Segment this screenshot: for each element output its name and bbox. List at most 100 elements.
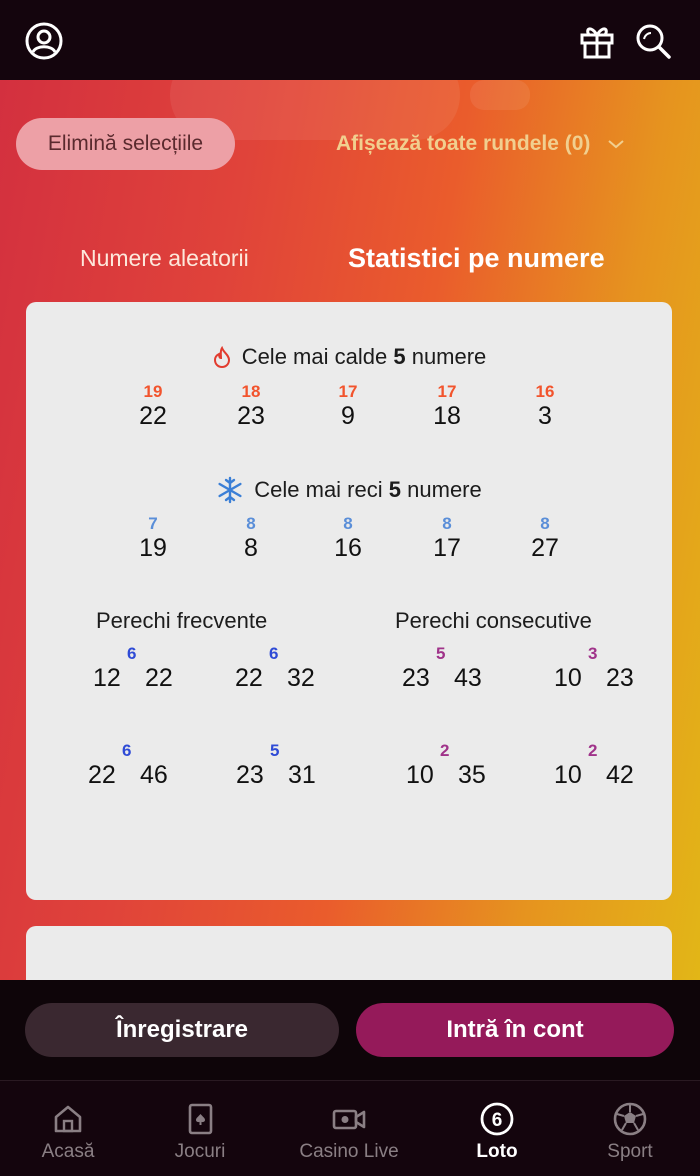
- cold-count: 8: [442, 514, 452, 533]
- hot-value: 3: [538, 402, 552, 430]
- lotto-ball-icon: 6: [479, 1101, 515, 1137]
- flame-icon: [213, 346, 230, 368]
- hot-value: 22: [139, 402, 167, 430]
- pair-second: 46: [140, 761, 168, 789]
- pair-second: 32: [287, 664, 315, 692]
- clear-selections-button[interactable]: Elimină selecțiile: [16, 118, 235, 170]
- pair-first: 23: [402, 664, 430, 692]
- user-account-icon[interactable]: [23, 20, 65, 62]
- cold-number[interactable]: 8 27: [515, 514, 575, 563]
- nav-item-lotto[interactable]: 6 Loto: [437, 1081, 557, 1176]
- hot-number[interactable]: 19 22: [123, 382, 183, 431]
- nav-label: Sport: [607, 1141, 653, 1162]
- pair-count: 6: [269, 644, 279, 663]
- pair-second: 42: [606, 761, 634, 789]
- top-bar: [0, 0, 700, 80]
- hot-title-pre: Cele mai calde: [241, 344, 388, 369]
- cold-number[interactable]: 8 16: [318, 514, 378, 563]
- cold-number[interactable]: 8 17: [417, 514, 477, 563]
- pair-count: 2: [440, 741, 450, 760]
- stats-card: Cele mai calde 5 numere 19 22 18 23 17 9 17…: [26, 302, 672, 900]
- cold-count: 8: [343, 514, 353, 533]
- hot-numbers-row: 19 22 18 23 17 9 17 18 16 3: [26, 382, 672, 442]
- video-camera-icon: [331, 1101, 367, 1137]
- hot-count: 16: [535, 382, 555, 401]
- tab-number-stats[interactable]: Statistici pe numere: [348, 238, 605, 278]
- pair-first: 22: [88, 761, 116, 789]
- register-button[interactable]: Înregistrare: [25, 1003, 339, 1057]
- consecutive-pair[interactable]: 10 2 35: [406, 741, 526, 791]
- cold-count: 7: [148, 514, 158, 533]
- consecutive-pair[interactable]: 10 2 42: [554, 741, 674, 791]
- home-icon: [50, 1101, 86, 1137]
- frequent-pair[interactable]: 22 6 32: [235, 644, 355, 694]
- gift-icon[interactable]: [576, 20, 618, 62]
- search-icon[interactable]: [632, 20, 674, 62]
- show-rounds-dropdown[interactable]: Afișează toate rundele (0): [336, 128, 626, 160]
- consecutive-pair[interactable]: 23 5 43: [402, 644, 522, 694]
- pair-count: 2: [588, 741, 598, 760]
- hot-count: 18: [241, 382, 261, 401]
- nav-label: Loto: [476, 1141, 518, 1162]
- hot-title-post: numere: [411, 344, 487, 369]
- decoration-shape: [470, 80, 530, 110]
- pair-second: 31: [288, 761, 316, 789]
- bottom-nav: Acasă Jocuri Casino Live 6 Loto Sport: [0, 1080, 700, 1176]
- cold-title-count: 5: [388, 477, 402, 502]
- nav-item-games[interactable]: Jocuri: [140, 1081, 260, 1176]
- nav-label: Acasă: [41, 1141, 95, 1162]
- pair-first: 22: [235, 664, 263, 692]
- cold-value: 16: [334, 534, 362, 562]
- consecutive-pair[interactable]: 10 3 23: [554, 644, 674, 694]
- pair-count: 6: [122, 741, 132, 760]
- nav-item-home[interactable]: Acasă: [8, 1081, 128, 1176]
- cold-count: 8: [540, 514, 550, 533]
- hot-number[interactable]: 18 23: [221, 382, 281, 431]
- pair-count: 5: [270, 741, 280, 760]
- cards-icon: [182, 1101, 218, 1137]
- hot-value: 23: [237, 402, 265, 430]
- hot-numbers-title: Cele mai calde 5 numere: [26, 344, 672, 370]
- hot-title-count: 5: [393, 344, 406, 369]
- cold-value: 19: [139, 534, 167, 562]
- hot-count: 17: [338, 382, 358, 401]
- cold-numbers-title: Cele mai reci 5 numere: [26, 476, 672, 504]
- nav-label: Jocuri: [174, 1141, 226, 1162]
- hot-number[interactable]: 17 18: [417, 382, 477, 431]
- pair-first: 10: [554, 664, 582, 692]
- consecutive-pairs-title: Perechi consecutive: [395, 608, 592, 633]
- cold-numbers-row: 7 19 88 8 16 8 17 8 27: [26, 514, 672, 574]
- hot-count: 19: [143, 382, 163, 401]
- hot-number[interactable]: 17 9: [318, 382, 378, 431]
- frequent-pairs-title: Perechi frecvente: [96, 608, 268, 633]
- frequent-pair[interactable]: 23 5 31: [236, 741, 356, 791]
- pair-second: 43: [454, 664, 482, 692]
- pair-first: 10: [406, 761, 434, 789]
- hot-value: 9: [341, 402, 355, 430]
- cold-number[interactable]: 7 19: [123, 514, 183, 563]
- pair-first: 23: [236, 761, 264, 789]
- hot-number[interactable]: 16 3: [515, 382, 575, 431]
- pair-first: 10: [554, 761, 582, 789]
- pair-second: 23: [606, 664, 634, 692]
- pair-count: 5: [436, 644, 446, 663]
- cold-value: 8: [244, 534, 258, 562]
- hot-value: 18: [433, 402, 461, 430]
- frequent-pair[interactable]: 22 6 46: [88, 741, 208, 791]
- tab-random-numbers[interactable]: Numere aleatorii: [80, 238, 249, 278]
- cold-value: 17: [433, 534, 461, 562]
- nav-item-casino-live[interactable]: Casino Live: [289, 1081, 409, 1176]
- nav-item-sport[interactable]: Sport: [570, 1081, 690, 1176]
- soccer-ball-icon: [612, 1101, 648, 1137]
- cold-count: 8: [246, 514, 256, 533]
- hot-count: 17: [437, 382, 457, 401]
- svg-text:6: 6: [492, 1110, 503, 1131]
- cold-number[interactable]: 88: [221, 514, 281, 563]
- frequent-pair[interactable]: 12 6 22: [93, 644, 213, 694]
- login-button[interactable]: Intră în cont: [356, 1003, 674, 1057]
- show-rounds-label: Afișează toate rundele (0): [336, 132, 591, 155]
- lotto-app: Elimină selecțiile Afișează toate rundel…: [0, 0, 700, 1176]
- pair-first: 12: [93, 664, 121, 692]
- pair-count: 6: [127, 644, 137, 663]
- nav-label: Casino Live: [299, 1141, 399, 1162]
